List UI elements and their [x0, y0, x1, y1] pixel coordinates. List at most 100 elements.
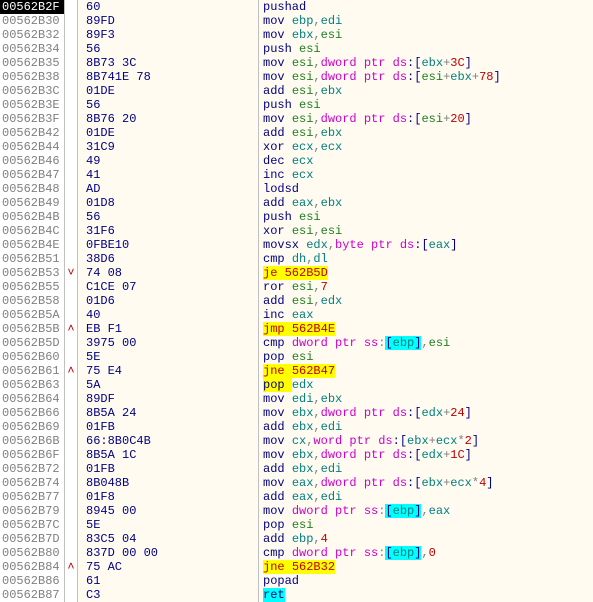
address-cell[interactable]: 00562B2F	[0, 0, 65, 14]
address-cell[interactable]: 00562B46	[0, 154, 65, 168]
bytes-cell[interactable]: 75 AC	[78, 560, 259, 574]
bytes-cell[interactable]: 31C9	[78, 140, 259, 154]
bytes-cell[interactable]: 89DF	[78, 392, 259, 406]
disasm-cell[interactable]: push esi	[259, 42, 593, 56]
disasm-row[interactable]: 00562B4B 56push esi	[0, 210, 593, 224]
disasm-row[interactable]: 00562B55 C1CE 07ror esi,7	[0, 280, 593, 294]
disasm-row[interactable]: 00562B30 89FDmov ebp,edi	[0, 14, 593, 28]
bytes-cell[interactable]: 01FB	[78, 462, 259, 476]
disasm-row[interactable]: 00562B61˄75 E4jne 562B47	[0, 364, 593, 378]
address-cell[interactable]: 00562B44	[0, 140, 65, 154]
address-cell[interactable]: 00562B5B	[0, 322, 65, 336]
address-cell[interactable]: 00562B64	[0, 392, 65, 406]
bytes-cell[interactable]: 31F6	[78, 224, 259, 238]
disasm-cell[interactable]: jne 562B47	[259, 364, 593, 378]
disasm-row[interactable]: 00562B6B 66:8B0C4Bmov cx,word ptr ds:[eb…	[0, 434, 593, 448]
bytes-cell[interactable]: 8B73 3C	[78, 56, 259, 70]
disasm-row[interactable]: 00562B80 837D 00 00cmp dword ptr ss:[ebp…	[0, 546, 593, 560]
address-cell[interactable]: 00562B35	[0, 56, 65, 70]
address-cell[interactable]: 00562B4E	[0, 238, 65, 252]
address-cell[interactable]: 00562B79	[0, 504, 65, 518]
disasm-cell[interactable]: mov ebx,dword ptr ds:[edx+1C]	[259, 448, 593, 462]
address-cell[interactable]: 00562B4B	[0, 210, 65, 224]
address-cell[interactable]: 00562B69	[0, 420, 65, 434]
bytes-cell[interactable]: 40	[78, 308, 259, 322]
disasm-cell[interactable]: add esi,ebx	[259, 126, 593, 140]
disasm-row[interactable]: 00562B46 49dec ecx	[0, 154, 593, 168]
bytes-cell[interactable]: 8945 00	[78, 504, 259, 518]
disasm-row[interactable]: 00562B74 8B048Bmov eax,dword ptr ds:[ebx…	[0, 476, 593, 490]
disasm-cell[interactable]: mov esi,dword ptr ds:[ebx+3C]	[259, 56, 593, 70]
disasm-cell[interactable]: inc eax	[259, 308, 593, 322]
disasm-row[interactable]: 00562B2F 60pushad	[0, 0, 593, 14]
disasm-row[interactable]: 00562B3E 56push esi	[0, 98, 593, 112]
address-cell[interactable]: 00562B4C	[0, 224, 65, 238]
disasm-cell[interactable]: xor esi,esi	[259, 224, 593, 238]
address-cell[interactable]: 00562B6F	[0, 448, 65, 462]
disasm-cell[interactable]: cmp dword ptr ss:[ebp],0	[259, 546, 593, 560]
address-cell[interactable]: 00562B84	[0, 560, 65, 574]
bytes-cell[interactable]: 01D6	[78, 294, 259, 308]
bytes-cell[interactable]: 89F3	[78, 28, 259, 42]
disasm-cell[interactable]: pop edx	[259, 378, 593, 392]
disasm-row[interactable]: 00562B63 5Apop edx	[0, 378, 593, 392]
address-cell[interactable]: 00562B5A	[0, 308, 65, 322]
address-cell[interactable]: 00562B63	[0, 378, 65, 392]
disasm-cell[interactable]: ret	[259, 588, 593, 602]
bytes-cell[interactable]: EB F1	[78, 322, 259, 336]
address-cell[interactable]: 00562B86	[0, 574, 65, 588]
bytes-cell[interactable]: 56	[78, 98, 259, 112]
disasm-cell[interactable]: add ebp,4	[259, 532, 593, 546]
bytes-cell[interactable]: 01D8	[78, 196, 259, 210]
disasm-row[interactable]: 00562B44 31C9xor ecx,ecx	[0, 140, 593, 154]
disasm-row[interactable]: 00562B64 89DFmov edi,ebx	[0, 392, 593, 406]
address-cell[interactable]: 00562B66	[0, 406, 65, 420]
disasm-cell[interactable]: popad	[259, 574, 593, 588]
disasm-row[interactable]: 00562B5A 40inc eax	[0, 308, 593, 322]
disasm-row[interactable]: 00562B49 01D8add eax,ebx	[0, 196, 593, 210]
disasm-row[interactable]: 00562B35 8B73 3Cmov esi,dword ptr ds:[eb…	[0, 56, 593, 70]
bytes-cell[interactable]: 60	[78, 0, 259, 14]
disasm-cell[interactable]: mov dword ptr ss:[ebp],eax	[259, 504, 593, 518]
disasm-row[interactable]: 00562B4C 31F6xor esi,esi	[0, 224, 593, 238]
address-cell[interactable]: 00562B61	[0, 364, 65, 378]
disasm-cell[interactable]: mov ebp,edi	[259, 14, 593, 28]
bytes-cell[interactable]: 41	[78, 168, 259, 182]
bytes-cell[interactable]: 83C5 04	[78, 532, 259, 546]
disasm-cell[interactable]: mov eax,dword ptr ds:[ebx+ecx*4]	[259, 476, 593, 490]
disasm-cell[interactable]: dec ecx	[259, 154, 593, 168]
address-cell[interactable]: 00562B49	[0, 196, 65, 210]
bytes-cell[interactable]: 56	[78, 210, 259, 224]
disassembly-listing[interactable]: 00562B2F 60pushad00562B30 89FDmov ebp,ed…	[0, 0, 593, 602]
disasm-cell[interactable]: inc ecx	[259, 168, 593, 182]
disasm-row[interactable]: 00562B69 01FBadd ebx,edi	[0, 420, 593, 434]
address-cell[interactable]: 00562B7C	[0, 518, 65, 532]
disasm-cell[interactable]: cmp dword ptr ss:[ebp],esi	[259, 336, 593, 350]
disasm-cell[interactable]: mov ebx,dword ptr ds:[edx+24]	[259, 406, 593, 420]
disasm-cell[interactable]: mov ebx,esi	[259, 28, 593, 42]
disasm-row[interactable]: 00562B53˅74 08je 562B5D	[0, 266, 593, 280]
address-cell[interactable]: 00562B51	[0, 252, 65, 266]
address-cell[interactable]: 00562B80	[0, 546, 65, 560]
address-cell[interactable]: 00562B7D	[0, 532, 65, 546]
disasm-row[interactable]: 00562B66 8B5A 24mov ebx,dword ptr ds:[ed…	[0, 406, 593, 420]
disasm-cell[interactable]: push esi	[259, 98, 593, 112]
address-cell[interactable]: 00562B53	[0, 266, 65, 280]
disasm-cell[interactable]: add eax,ebx	[259, 196, 593, 210]
disasm-cell[interactable]: movsx edx,byte ptr ds:[eax]	[259, 238, 593, 252]
disasm-row[interactable]: 00562B4E 0FBE10movsx edx,byte ptr ds:[ea…	[0, 238, 593, 252]
address-cell[interactable]: 00562B77	[0, 490, 65, 504]
bytes-cell[interactable]: 8B048B	[78, 476, 259, 490]
disasm-row[interactable]: 00562B7D 83C5 04add ebp,4	[0, 532, 593, 546]
disasm-row[interactable]: 00562B47 41inc ecx	[0, 168, 593, 182]
address-cell[interactable]: 00562B5D	[0, 336, 65, 350]
disasm-row[interactable]: 00562B42 01DEadd esi,ebx	[0, 126, 593, 140]
bytes-cell[interactable]: 01F8	[78, 490, 259, 504]
bytes-cell[interactable]: 0FBE10	[78, 238, 259, 252]
bytes-cell[interactable]: 66:8B0C4B	[78, 434, 259, 448]
address-cell[interactable]: 00562B30	[0, 14, 65, 28]
bytes-cell[interactable]: 837D 00 00	[78, 546, 259, 560]
bytes-cell[interactable]: 8B741E 78	[78, 70, 259, 84]
bytes-cell[interactable]: 01DE	[78, 84, 259, 98]
disasm-row[interactable]: 00562B86 61popad	[0, 574, 593, 588]
